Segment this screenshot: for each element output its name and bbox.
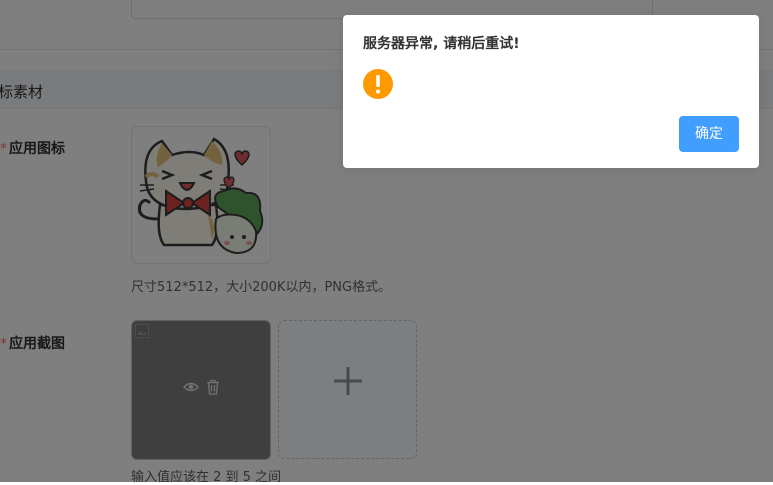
confirm-button[interactable]: 确定 xyxy=(679,116,739,152)
message-box: 服务器异常, 请稍后重试! 确定 xyxy=(343,15,759,168)
warning-icon xyxy=(363,69,393,99)
message-box-title: 服务器异常, 请稍后重试! xyxy=(363,36,520,52)
